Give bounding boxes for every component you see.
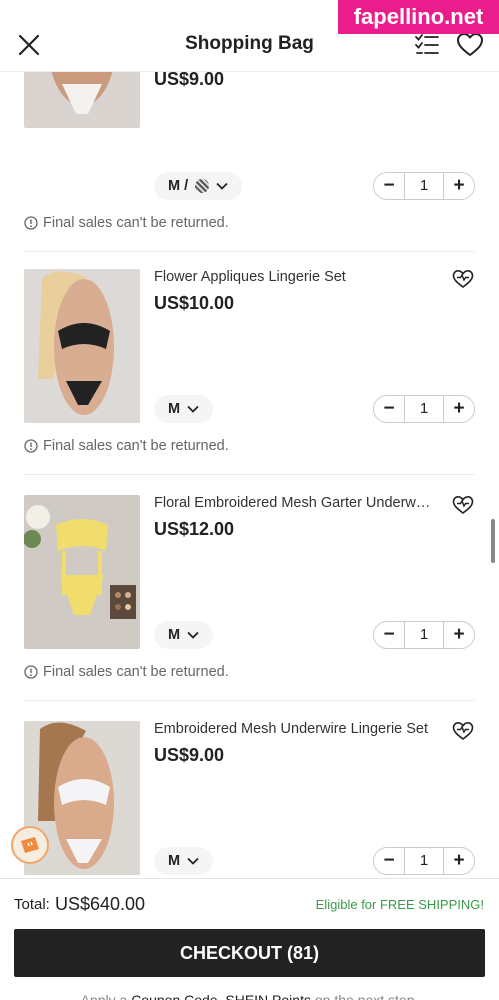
shein-points-link[interactable]: SHEIN Points <box>225 992 311 1000</box>
increase-quantity-button[interactable]: + <box>444 396 474 422</box>
coupon-badge[interactable] <box>11 826 49 864</box>
quantity-stepper: − 1 + <box>373 172 475 200</box>
size-label: M <box>168 401 181 417</box>
divider <box>24 474 475 475</box>
free-shipping-notice: Eligible for FREE SHIPPING! <box>315 897 484 912</box>
coupon-code-link[interactable]: Coupon Code <box>131 992 217 1000</box>
size-label: M <box>168 853 181 869</box>
quantity-value: 1 <box>404 848 444 874</box>
item-price: US$9.00 <box>154 745 225 765</box>
chevron-down-icon <box>216 182 228 190</box>
cart-item: US$9.00 M / − 1 + Final sales can't be r… <box>0 72 499 252</box>
color-swatch <box>195 179 210 193</box>
list-check-icon[interactable] <box>414 32 440 58</box>
info-icon <box>24 665 38 679</box>
increase-quantity-button[interactable]: + <box>444 173 474 199</box>
size-selector[interactable]: M / <box>154 172 243 200</box>
increase-quantity-button[interactable]: + <box>444 622 474 648</box>
info-icon <box>24 439 38 453</box>
decrease-quantity-button[interactable]: − <box>374 848 404 874</box>
item-price: US$10.00 <box>154 293 235 313</box>
increase-quantity-button[interactable]: + <box>444 848 474 874</box>
size-label: M / <box>168 178 189 194</box>
final-sale-notice: Final sales can't be returned. <box>24 438 229 454</box>
decrease-quantity-button[interactable]: − <box>374 622 404 648</box>
watermark: fapellino.net <box>338 0 499 34</box>
size-selector[interactable]: M <box>154 621 214 649</box>
total-value: US$640.00 <box>55 894 146 914</box>
scrollbar[interactable] <box>491 519 495 563</box>
add-to-wishlist-icon[interactable] <box>452 721 474 741</box>
add-to-wishlist-icon[interactable] <box>452 495 474 515</box>
total-label: Total: <box>14 896 50 913</box>
quantity-value: 1 <box>404 173 444 199</box>
item-price: US$12.00 <box>154 519 235 539</box>
item-name[interactable]: Embroidered Mesh Underwire Lingerie Set <box>154 721 432 737</box>
cart-item: Floral Embroidered Mesh Garter Underwire… <box>0 495 499 721</box>
cart-item: Flower Appliques Lingerie Set US$10.00 M… <box>0 269 499 495</box>
quantity-stepper: − 1 + <box>373 621 475 649</box>
item-name[interactable]: Floral Embroidered Mesh Garter Underwire… <box>154 495 432 511</box>
size-selector[interactable]: M <box>154 847 214 875</box>
add-to-wishlist-icon[interactable] <box>452 269 474 289</box>
info-icon <box>24 216 38 230</box>
quantity-value: 1 <box>404 622 444 648</box>
checkout-button[interactable]: CHECKOUT (81) <box>14 929 485 977</box>
product-image[interactable] <box>24 495 140 649</box>
item-price: US$9.00 <box>154 72 225 89</box>
chevron-down-icon <box>187 405 199 413</box>
chevron-down-icon <box>187 631 199 639</box>
product-image[interactable] <box>24 72 140 128</box>
cart-item-list: US$9.00 M / − 1 + Final sales can't be r… <box>0 72 499 878</box>
quantity-stepper: − 1 + <box>373 395 475 423</box>
product-image[interactable] <box>24 269 140 423</box>
quantity-stepper: − 1 + <box>373 847 475 875</box>
size-selector[interactable]: M <box>154 395 214 423</box>
decrease-quantity-button[interactable]: − <box>374 173 404 199</box>
checkout-bar: Total: US$640.00 Eligible for FREE SHIPP… <box>0 878 499 1000</box>
divider <box>24 700 475 701</box>
quantity-value: 1 <box>404 396 444 422</box>
divider <box>24 251 475 252</box>
cart-item: Embroidered Mesh Underwire Lingerie Set … <box>0 721 499 878</box>
final-sale-notice: Final sales can't be returned. <box>24 215 229 231</box>
coupon-hint: Apply a Coupon Code, SHEIN Points on the… <box>0 992 499 1000</box>
item-name[interactable]: Flower Appliques Lingerie Set <box>154 269 432 285</box>
decrease-quantity-button[interactable]: − <box>374 396 404 422</box>
size-label: M <box>168 627 181 643</box>
final-sale-notice: Final sales can't be returned. <box>24 664 229 680</box>
chevron-down-icon <box>187 857 199 865</box>
coupon-ticket-icon <box>21 837 39 853</box>
wishlist-heart-icon[interactable] <box>456 31 484 59</box>
